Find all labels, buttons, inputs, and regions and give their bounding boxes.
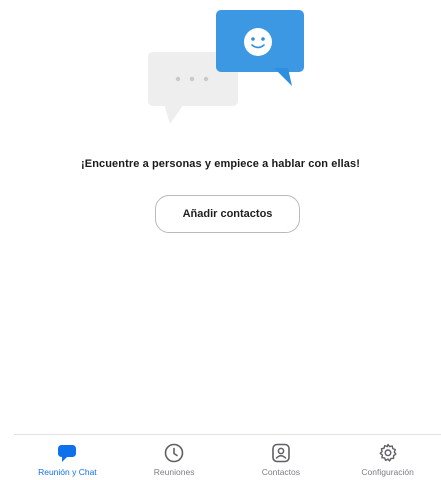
add-contacts-button[interactable]: Añadir contactos — [155, 195, 300, 233]
tab-meetings[interactable]: Reuniones — [121, 435, 228, 480]
tab-label-meetings: Reuniones — [153, 467, 195, 477]
gear-icon — [377, 442, 399, 464]
contact-card-icon — [270, 442, 292, 464]
tab-label-contacts: Contactos — [261, 467, 301, 477]
tab-label-meet-and-chat: Reunión y Chat — [38, 467, 97, 477]
clock-icon — [163, 442, 185, 464]
tab-label-settings: Configuración — [361, 467, 414, 477]
bottom-tab-bar: Reunión y Chat Reuniones Contactos Confi… — [14, 434, 441, 480]
chat-illustration — [142, 6, 312, 126]
empty-state-message: ¡Encuentre a personas y empiece a hablar… — [81, 158, 360, 170]
chat-illustration-graphic — [148, 10, 304, 124]
tab-contacts[interactable]: Contactos — [228, 435, 335, 480]
chat-bubble-icon — [56, 442, 78, 464]
tab-meet-and-chat[interactable]: Reunión y Chat — [14, 435, 121, 480]
tab-settings[interactable]: Configuración — [334, 435, 441, 480]
